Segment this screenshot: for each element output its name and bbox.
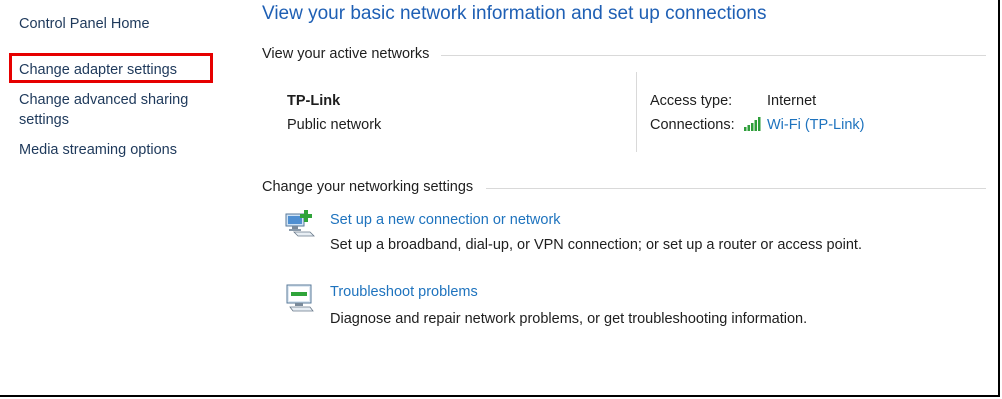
- divider: [441, 55, 986, 56]
- connections-label: Connections:: [650, 117, 735, 133]
- access-type-label: Access type:: [650, 93, 733, 109]
- network-category[interactable]: Public network: [287, 115, 381, 135]
- sidebar-item-advanced-sharing-settings[interactable]: Change advanced sharing settings: [19, 90, 219, 130]
- troubleshoot-problems-description: Diagnose and repair network problems, or…: [330, 311, 808, 327]
- control-panel-window: Control Panel Home Change adapter settin…: [0, 0, 1000, 397]
- troubleshoot-problems-link[interactable]: Troubleshoot problems: [330, 282, 478, 302]
- divider: [486, 188, 986, 189]
- networking-settings-heading: Change your networking settings: [262, 179, 474, 195]
- sidebar-item-media-streaming-options[interactable]: Media streaming options: [19, 140, 177, 160]
- active-networks-heading: View your active networks: [262, 46, 430, 62]
- sidebar: Control Panel Home Change adapter settin…: [0, 0, 240, 395]
- sidebar-item-change-adapter-settings[interactable]: Change adapter settings: [19, 60, 177, 80]
- setup-new-connection-link[interactable]: Set up a new connection or network: [330, 210, 561, 230]
- page-title: View your basic network information and …: [262, 3, 767, 24]
- access-type-value: Internet: [767, 93, 817, 109]
- new-connection-icon: [285, 210, 315, 237]
- network-name: TP-Link: [287, 93, 341, 109]
- wifi-signal-icon: [744, 117, 761, 131]
- wifi-connection-link[interactable]: Wi-Fi (TP-Link): [767, 115, 864, 135]
- sidebar-item-control-panel-home[interactable]: Control Panel Home: [19, 14, 150, 34]
- troubleshoot-icon: [286, 284, 314, 312]
- setup-new-connection-description: Set up a broadband, dial-up, or VPN conn…: [330, 237, 862, 253]
- vertical-divider: [636, 72, 637, 152]
